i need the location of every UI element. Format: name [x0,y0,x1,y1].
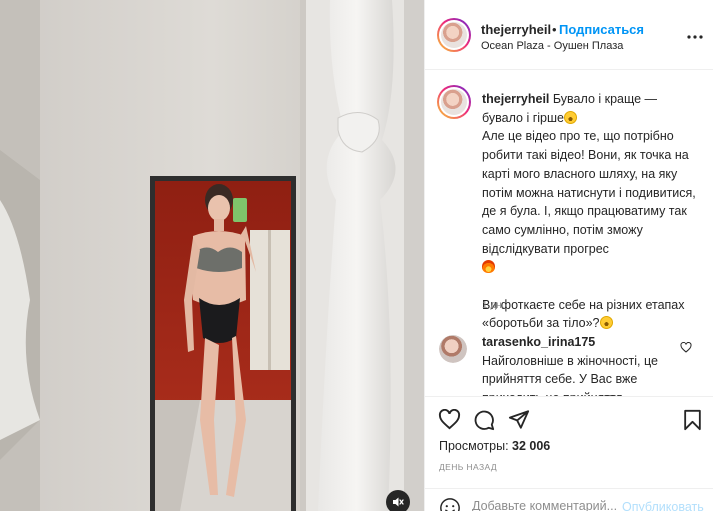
caption-line-1: Бувало і краще — [552,92,658,106]
speaker-muted-icon [393,497,404,507]
comment-input[interactable] [472,499,622,511]
post-location[interactable]: Ocean Plaza - Оушен Плаза [481,40,623,52]
publish-button[interactable]: Опубликовать [622,500,704,511]
like-button[interactable] [438,408,461,433]
mute-button[interactable] [386,490,410,511]
caption-timestamp[interactable]: 1 дн. [482,300,504,311]
view-count[interactable]: Просмотры: 32 006 [439,439,550,453]
grinning-emoji-icon [599,316,613,330]
comment-button[interactable] [473,409,495,434]
caption-line-2: бувало і гірше [482,110,564,125]
commenter-avatar[interactable] [439,335,467,363]
views-label: Просмотры: [439,439,509,453]
post-video-frame [0,0,424,511]
comment-text: Найголовніше в жіночності, це прийняття … [482,353,658,396]
grinning-emoji-icon [563,110,577,124]
fire-emoji-icon [482,260,495,274]
author-username[interactable]: thejerryheil [481,22,551,37]
save-button[interactable] [683,409,702,434]
post-caption: thejerryheil Бувало і краще — бувало і г… [482,90,702,333]
comments-list[interactable]: thejerryheil Бувало і краще — бувало і г… [425,71,713,396]
post-media[interactable] [0,0,424,511]
bookmark-icon [684,409,701,431]
heart-icon [680,341,692,353]
caption-paragraph: Але це відео про те, що потрібно робити … [482,129,696,256]
add-comment-bar: Опубликовать [425,488,713,511]
comment-icon [474,410,495,431]
smiley-icon [440,498,460,511]
caption-username[interactable]: thejerryheil [482,92,549,106]
more-options-button[interactable] [687,26,703,44]
post-header: thejerryheil • Подписаться Ocean Plaza -… [425,0,713,70]
post-actions: Просмотры: 32 006 ДЕНЬ НАЗАД [425,396,713,488]
comment-username[interactable]: tarasenko_irina175 [482,335,595,349]
share-icon [508,410,530,429]
more-horizontal-icon [687,35,703,39]
follow-button[interactable]: Подписаться [559,22,644,37]
header-separator: • [552,22,557,37]
share-button[interactable] [508,409,530,433]
comment-like-button[interactable] [680,341,692,356]
post-side-panel: thejerryheil • Подписаться Ocean Plaza -… [424,0,713,511]
views-number: 32 006 [512,439,551,453]
caption-author-avatar[interactable] [437,85,471,119]
caption-question: Ви фоткаєте себе на різних етапах «борот… [482,297,685,331]
author-avatar[interactable] [437,18,471,52]
comment-item: tarasenko_irina175 Найголовніше в жіночн… [482,333,682,396]
emoji-picker-button[interactable] [439,497,461,511]
heart-icon [438,408,461,430]
post-date[interactable]: ДЕНЬ НАЗАД [439,462,497,472]
